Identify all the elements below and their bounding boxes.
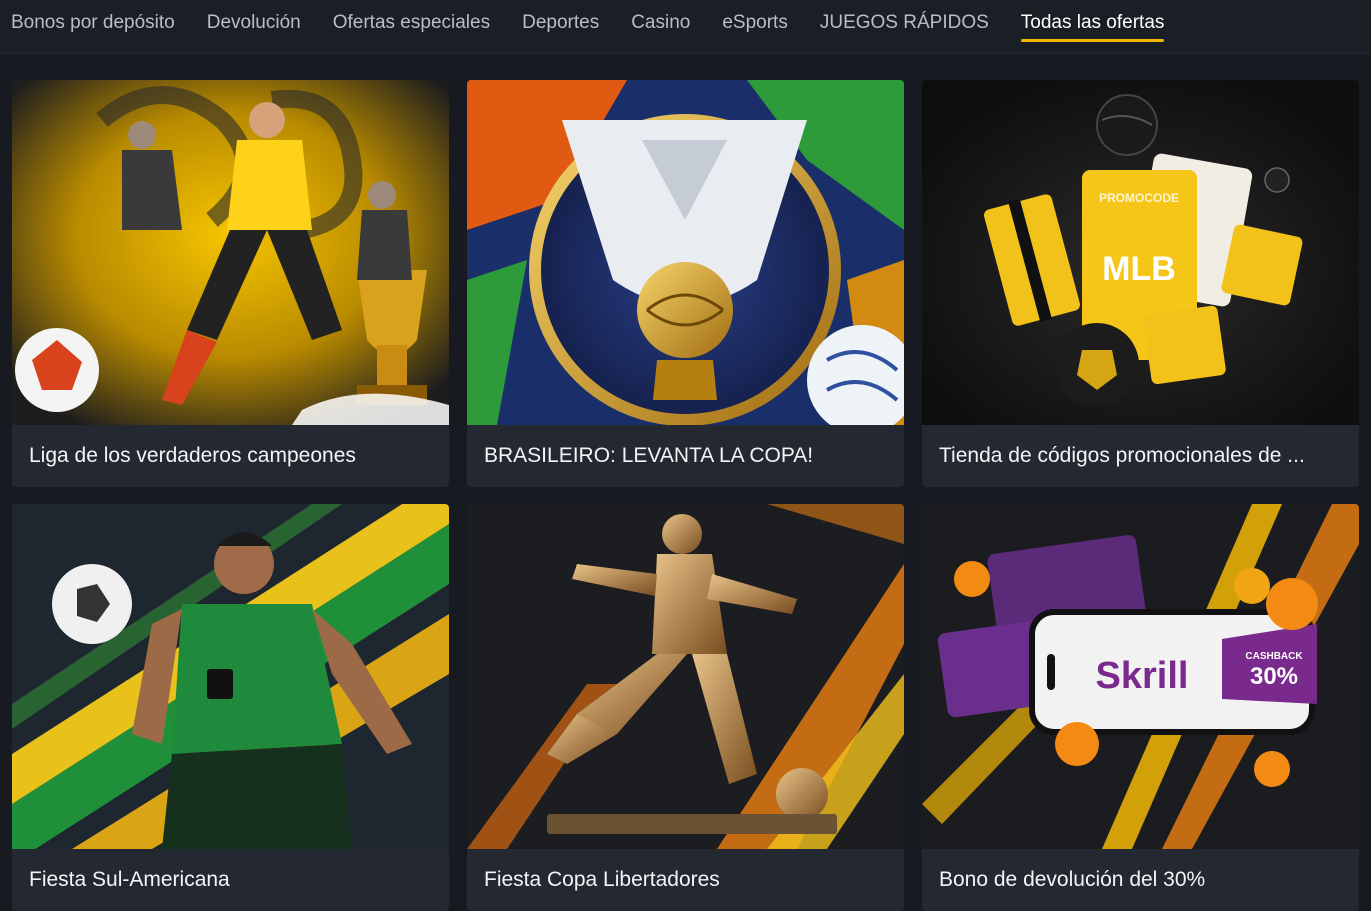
offers-grid: Liga de los verdaderos campeones BRASILE… [12,80,1359,911]
offer-title: Fiesta Sul-Americana [29,868,230,891]
offer-card-brasileiro[interactable]: BRASILEIRO: LEVANTA LA COPA! [467,80,904,487]
offer-card-codigos-promocionales[interactable]: PROMOCODE MLB Tienda de códigos promocio… [922,80,1359,487]
tab-ofertas-especiales[interactable]: Ofertas especiales [333,0,490,42]
promocode-gifts-image: PROMOCODE MLB [922,80,1359,425]
golden-player-statue-image [467,504,904,849]
skrill-cashback-image: Skrill CASHBACK 30% [922,504,1359,849]
football-players-trophy-image [12,80,449,425]
tab-todas-las-ofertas[interactable]: Todas las ofertas [1020,0,1164,42]
cashback-percent: 30% [1250,663,1298,690]
offer-card-bono-devolucion[interactable]: Skrill CASHBACK 30% Bono de devolución d… [922,504,1359,911]
offer-card-liga-campeones[interactable]: Liga de los verdaderos campeones [12,80,449,487]
tab-devolucion[interactable]: Devolución [207,0,301,42]
offer-title: Bono de devolución del 30% [939,868,1206,891]
cashback-label: CASHBACK [1245,651,1303,662]
promocode-card-brand: MLB [1102,250,1176,288]
tab-juegos-rapidos[interactable]: JUEGOS RÁPIDOS [820,0,989,42]
offer-title: Tienda de códigos promocionales de ... [939,444,1305,467]
offer-title: BRASILEIRO: LEVANTA LA COPA! [484,444,814,467]
offer-title: Fiesta Copa Libertadores [484,868,720,891]
tab-casino[interactable]: Casino [631,0,690,42]
offer-category-tabs: Bonos por depósito Devolución Ofertas es… [0,0,1371,54]
tab-esports[interactable]: eSports [722,0,787,42]
offer-title: Liga de los verdaderos campeones [29,444,356,467]
player-green-jersey-image [12,504,449,849]
tab-deportes[interactable]: Deportes [522,0,599,42]
tab-bonos-por-deposito[interactable]: Bonos por depósito [11,0,175,42]
offer-card-fiesta-copa-libertadores[interactable]: Fiesta Copa Libertadores [467,504,904,911]
promocode-card-label: PROMOCODE [1099,191,1179,205]
offer-card-fiesta-sul-americana[interactable]: Fiesta Sul-Americana [12,504,449,911]
brasileiro-trophy-image [467,80,904,425]
skrill-logo-text: Skrill [1096,655,1189,697]
